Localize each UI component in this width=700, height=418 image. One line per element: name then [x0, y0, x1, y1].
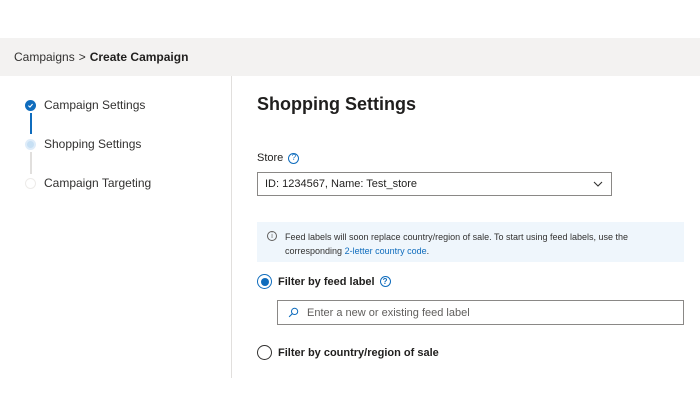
wizard-steps-sidebar: Campaign Settings Shopping Settings Camp…: [0, 76, 232, 378]
step-shopping-settings[interactable]: Shopping Settings: [25, 134, 141, 154]
breadcrumb-current: Create Campaign: [89, 50, 189, 64]
step-label: Shopping Settings: [44, 137, 142, 151]
step-pending-dot-icon: [25, 177, 36, 189]
breadcrumb-separator: >: [78, 50, 86, 64]
feed-label-info-banner: i Feed labels will soon replace country/…: [257, 222, 684, 262]
step-completed-check-icon: [25, 99, 36, 111]
filter-by-feed-label-option[interactable]: Filter by feed label ?: [257, 274, 391, 289]
step-connector-pending: [30, 152, 32, 174]
store-dropdown[interactable]: ID: 1234567, Name: Test_store: [257, 172, 612, 196]
country-radio-text: Filter by country/region of sale: [278, 346, 439, 359]
breadcrumb-campaigns-link[interactable]: Campaigns: [14, 50, 75, 64]
step-active-dot-icon: [25, 138, 36, 150]
step-campaign-settings[interactable]: Campaign Settings: [25, 95, 145, 115]
country-code-link[interactable]: 2-letter country code: [345, 246, 427, 256]
feed-label-placeholder: Enter a new or existing feed label: [307, 306, 470, 319]
page-title: Shopping Settings: [257, 94, 416, 114]
feed-label-help-icon[interactable]: ?: [379, 276, 391, 287]
step-label: Campaign Targeting: [44, 176, 152, 190]
chevron-down-icon: [593, 181, 603, 187]
store-help-icon[interactable]: ?: [288, 152, 300, 164]
breadcrumb: Campaigns > Create Campaign: [14, 50, 188, 64]
step-connector-completed: [30, 113, 32, 134]
feed-label-radio-text: Filter by feed label: [278, 275, 375, 288]
store-label: Store ?: [257, 152, 300, 164]
feed-label-radio[interactable]: [257, 274, 272, 289]
store-selected-value: ID: 1234567, Name: Test_store: [265, 178, 418, 190]
info-icon: i: [267, 231, 277, 241]
step-campaign-targeting[interactable]: Campaign Targeting: [25, 173, 151, 193]
store-label-text: Store: [257, 152, 284, 164]
search-icon: [288, 307, 299, 318]
country-radio[interactable]: [257, 345, 272, 360]
info-suffix: .: [426, 246, 430, 256]
top-bar: Campaigns > Create Campaign: [0, 38, 700, 76]
step-label: Campaign Settings: [44, 98, 146, 112]
feed-label-search-input[interactable]: Enter a new or existing feed label: [277, 300, 684, 325]
filter-by-country-option[interactable]: Filter by country/region of sale: [257, 345, 439, 360]
info-text: Feed labels will soon replace country/re…: [285, 232, 629, 256]
